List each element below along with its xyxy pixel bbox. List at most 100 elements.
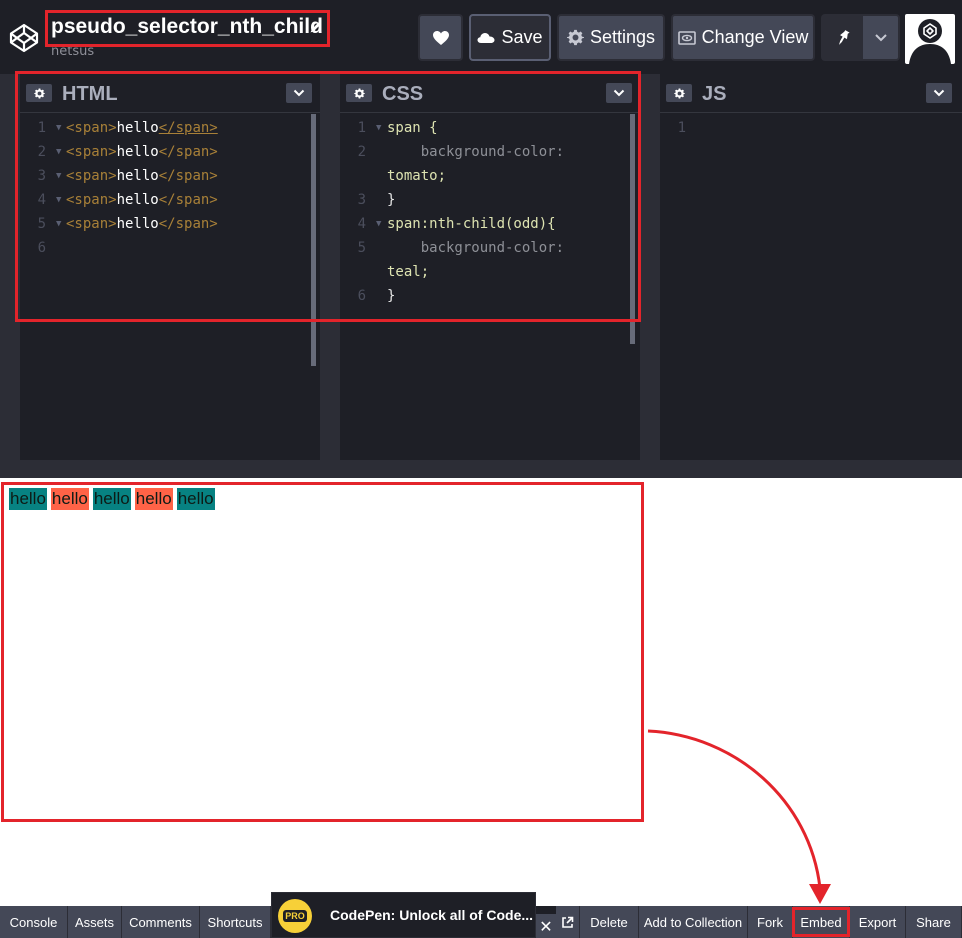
css-code[interactable]: 1 ▼ span { 2 background-color: tomato; 3} …	[340, 116, 640, 308]
css-line: background-color:	[387, 144, 565, 160]
css-pane-header: CSS	[340, 74, 640, 113]
open-tag: <span>	[66, 120, 117, 136]
pin-menu-caret[interactable]	[863, 16, 898, 59]
css-line: span {	[387, 120, 438, 136]
cloud-icon	[477, 32, 495, 43]
preview-output: hello hello hello hello hello	[9, 488, 219, 510]
pro-badge-label: PRO	[283, 910, 307, 922]
html-code[interactable]: 1 ▼ <span>hello</span> 2 ▼ <span>hello</span…	[20, 116, 320, 260]
line-number: 4	[357, 216, 366, 232]
heart-button[interactable]	[418, 14, 463, 61]
pen-author[interactable]: netsus	[51, 44, 94, 60]
settings-button[interactable]: Settings	[557, 14, 665, 61]
embed-button[interactable]: Embed	[793, 906, 850, 938]
html-editor-pane: HTML 1 ▼ <span>hello</span> 2 ▼ <span>hello<…	[20, 74, 320, 460]
html-pane-menu-button[interactable]	[286, 83, 312, 103]
tag-content: hello	[116, 216, 159, 232]
js-settings-button[interactable]	[666, 84, 692, 102]
line-number: 1	[677, 120, 686, 136]
eye-icon	[677, 30, 696, 45]
open-tag: <span>	[66, 192, 117, 208]
change-view-label: Change View	[701, 27, 809, 47]
change-view-button[interactable]: Change View	[671, 14, 815, 61]
assets-button[interactable]: Assets	[68, 906, 122, 938]
heart-icon	[432, 30, 449, 45]
line-number: 3	[37, 168, 46, 184]
code-line: 1	[660, 116, 960, 140]
code-line: 3}	[340, 188, 640, 212]
fork-button[interactable]: Fork	[748, 906, 793, 938]
css-settings-button[interactable]	[346, 84, 372, 102]
code-line: 6	[20, 236, 320, 260]
tag-content: hello	[116, 168, 159, 184]
css-line: teal;	[387, 264, 430, 280]
html-settings-button[interactable]	[26, 84, 52, 102]
promo-text: CodePen: Unlock all of Code...	[330, 907, 534, 923]
result-preview: hello hello hello hello hello	[0, 478, 962, 906]
preview-span: hello	[9, 488, 47, 510]
gear-icon	[353, 88, 365, 98]
code-line: 1 ▼ span {	[340, 116, 640, 140]
js-code[interactable]: 1	[660, 116, 960, 140]
gear-icon	[566, 29, 584, 46]
line-number: 6	[37, 240, 46, 256]
code-line: tomato;	[340, 164, 640, 188]
editor-resize-bar[interactable]	[0, 460, 962, 478]
chevron-down-icon	[933, 89, 945, 97]
external-link-button[interactable]	[556, 906, 580, 938]
code-line: 6}	[340, 284, 640, 308]
shortcuts-button[interactable]: Shortcuts	[200, 906, 271, 938]
console-button[interactable]: Console	[0, 906, 68, 938]
delete-button[interactable]: Delete	[580, 906, 639, 938]
chevron-down-icon	[874, 34, 887, 42]
code-line: 5 background-color:	[340, 236, 640, 260]
pro-promo-banner[interactable]: PRO CodePen: Unlock all of Code...	[271, 892, 536, 938]
gear-icon	[673, 88, 685, 98]
line-number: 3	[357, 192, 366, 208]
export-button[interactable]: Export	[850, 906, 906, 938]
fold-icon: ▼	[56, 219, 62, 229]
user-avatar[interactable]	[905, 14, 955, 64]
preview-span: hello	[134, 488, 173, 510]
pen-title[interactable]: pseudo_selector_nth_child	[51, 13, 323, 41]
settings-label: Settings	[589, 27, 656, 47]
preview-span: hello	[50, 488, 89, 510]
avatar-icon	[909, 19, 951, 64]
chevron-down-icon	[293, 89, 305, 97]
tag-content: hello	[116, 192, 159, 208]
line-number: 4	[37, 192, 46, 208]
save-label: Save	[501, 27, 543, 47]
code-line: 5 ▼ <span>hello</span>	[20, 212, 320, 236]
pin-button[interactable]	[821, 14, 900, 61]
code-line: 4 ▼ span:nth-child(odd){	[340, 212, 640, 236]
save-button[interactable]: Save	[469, 14, 551, 61]
css-pane-menu-button[interactable]	[606, 83, 632, 103]
html-editor-scrollbar[interactable]	[311, 114, 316, 366]
code-line: 2 background-color:	[340, 140, 640, 164]
js-pane-header: JS	[660, 74, 962, 113]
html-pane-title: HTML	[62, 83, 118, 105]
comments-button[interactable]: Comments	[122, 906, 200, 938]
chevron-down-icon	[613, 89, 625, 97]
share-button[interactable]: Share	[906, 906, 962, 938]
code-line: 2 ▼ <span>hello</span>	[20, 140, 320, 164]
fold-icon: ▼	[376, 219, 382, 229]
add-to-collection-button[interactable]: Add to Collection	[639, 906, 748, 938]
promo-close-button[interactable]: ✕	[536, 914, 556, 938]
codepen-logo-icon[interactable]	[9, 23, 39, 53]
close-tag: </span>	[158, 144, 218, 160]
gear-icon	[33, 88, 45, 98]
css-editor-scrollbar[interactable]	[630, 114, 635, 344]
line-number: 2	[357, 144, 366, 160]
line-number: 2	[37, 144, 46, 160]
fold-icon: ▼	[376, 123, 382, 133]
js-pane-menu-button[interactable]	[926, 83, 952, 103]
css-line: }	[387, 288, 396, 304]
css-pane-title: CSS	[382, 83, 424, 105]
tag-content: hello	[116, 120, 159, 136]
pencil-icon[interactable]	[309, 20, 323, 34]
line-number: 1	[357, 120, 366, 136]
preview-span: hello	[176, 488, 215, 510]
open-tag: <span>	[66, 144, 117, 160]
preview-span: hello	[92, 488, 131, 510]
